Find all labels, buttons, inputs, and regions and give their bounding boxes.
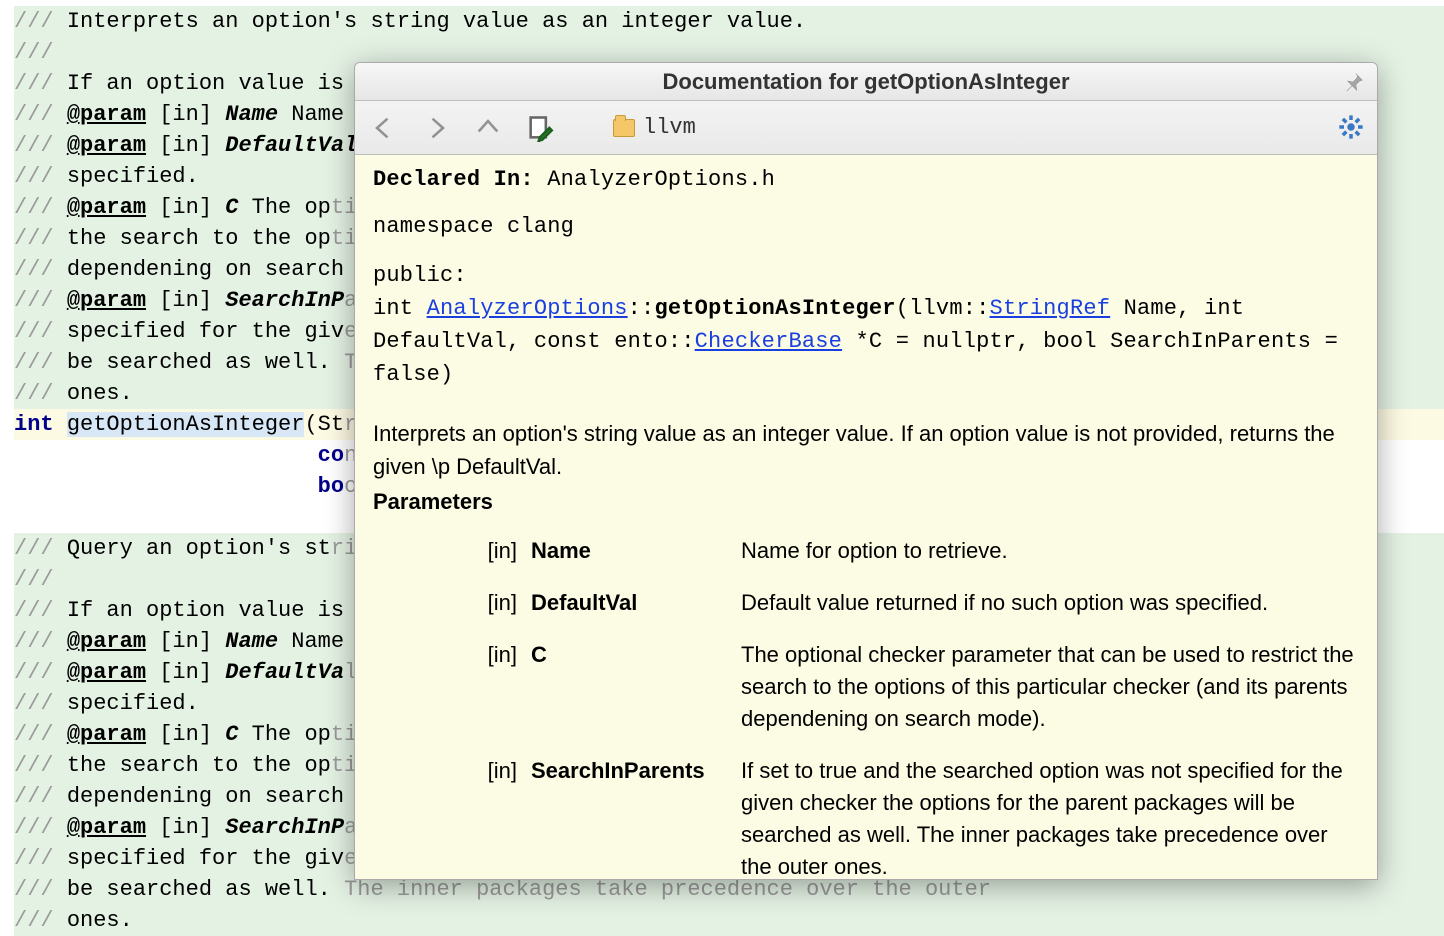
forward-icon[interactable] bbox=[419, 111, 453, 145]
param-row: [in] Name Name for option to retrieve. bbox=[373, 525, 1359, 577]
param-desc: The optional checker parameter that can … bbox=[741, 639, 1359, 735]
edit-source-icon[interactable] bbox=[523, 111, 557, 145]
class-link[interactable]: AnalyzerOptions bbox=[427, 296, 628, 321]
param-desc: Default value returned if no such option… bbox=[741, 587, 1359, 619]
param-name: SearchInParents bbox=[531, 755, 731, 880]
gear-icon[interactable] bbox=[1337, 113, 1365, 141]
type-link-checkerbase[interactable]: CheckerBase bbox=[695, 329, 842, 354]
param-desc: Name for option to retrieve. bbox=[741, 535, 1359, 567]
param-dir: [in] bbox=[473, 587, 521, 619]
param-desc: If set to true and the searched option w… bbox=[741, 755, 1359, 880]
doc-description: Interprets an option's string value as a… bbox=[373, 417, 1359, 483]
doc-popup-title: Documentation for getOptionAsInteger bbox=[663, 69, 1070, 95]
breadcrumb-label: llvm bbox=[643, 115, 696, 140]
type-link-stringref[interactable]: StringRef bbox=[990, 296, 1111, 321]
param-name: DefaultVal bbox=[531, 587, 731, 619]
back-icon[interactable] bbox=[367, 111, 401, 145]
param-name: Name bbox=[531, 535, 731, 567]
params-header: Parameters bbox=[373, 489, 1359, 515]
doc-popup-titlebar[interactable]: Documentation for getOptionAsInteger bbox=[355, 63, 1377, 101]
folder-icon bbox=[613, 119, 635, 137]
doc-popup: Documentation for getOptionAsInteger llv… bbox=[354, 62, 1378, 880]
namespace-line: namespace clang bbox=[373, 214, 1359, 239]
doc-toolbar: llvm bbox=[355, 101, 1377, 155]
param-dir: [in] bbox=[473, 639, 521, 735]
breadcrumb[interactable]: llvm bbox=[613, 115, 696, 140]
declared-in: Declared In: AnalyzerOptions.h bbox=[373, 167, 1359, 192]
param-dir: [in] bbox=[473, 755, 521, 880]
doc-body: Declared In: AnalyzerOptions.h namespace… bbox=[355, 155, 1377, 880]
code-line[interactable]: /// Interprets an option's string value … bbox=[14, 6, 1444, 37]
signature: public: int AnalyzerOptions::getOptionAs… bbox=[373, 259, 1359, 391]
params-table: [in]NameName for option to retrieve.[in]… bbox=[373, 525, 1359, 880]
param-dir: [in] bbox=[473, 535, 521, 567]
param-name: C bbox=[531, 639, 731, 735]
param-row: [in] DefaultVal Default value returned if … bbox=[373, 577, 1359, 629]
param-row: [in]CThe optional checker parameter that… bbox=[373, 629, 1359, 745]
pin-icon[interactable] bbox=[1343, 71, 1365, 93]
param-row: [in]SearchInParentsIf set to true and th… bbox=[373, 745, 1359, 880]
up-icon[interactable] bbox=[471, 111, 505, 145]
